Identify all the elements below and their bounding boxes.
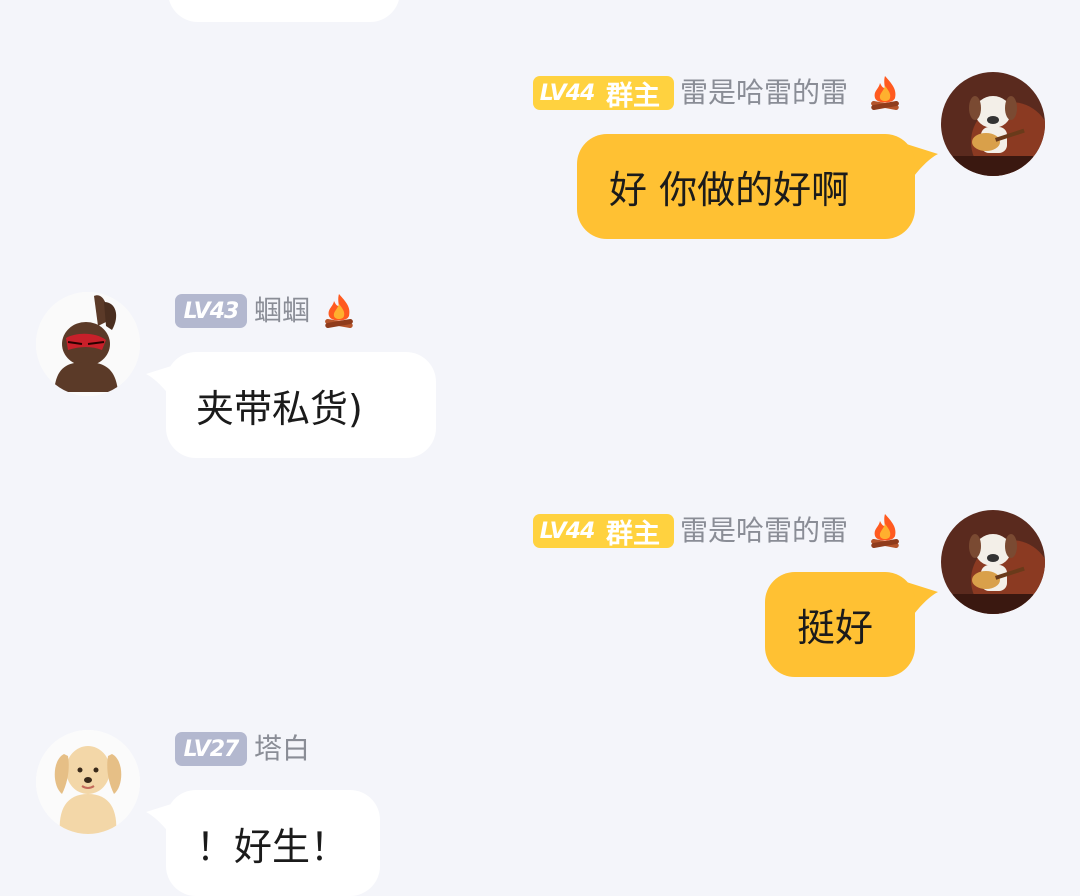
message-text: 挺好 [797,606,874,650]
message-bubble[interactable]: 夹带私货) [166,352,436,458]
message-bubble-partial[interactable] [168,0,400,22]
sender-nickname[interactable]: 雷是哈雷的雷 [680,76,848,110]
message-bubble[interactable]: ！好生！ [166,790,380,896]
campfire-icon [871,76,899,110]
dog-guitar-avatar[interactable] [941,510,1045,614]
message-text: ！好生！ [196,825,349,869]
brown-rabbit-avatar[interactable] [36,292,140,396]
golden-dog-avatar[interactable] [36,730,140,834]
level-badge: LV44 [533,514,601,548]
group-owner-badge: 群主 [600,514,674,550]
campfire-icon [325,294,353,328]
message-text: 夹带私货) [196,386,363,431]
group-owner-badge: 群主 [600,76,674,112]
message-bubble[interactable]: 好 你做的好啊 [577,134,915,239]
message-text: 好 你做的好啊 [609,168,850,212]
dog-guitar-avatar[interactable] [941,72,1045,176]
sender-nickname[interactable]: 雷是哈雷的雷 [680,514,848,548]
campfire-icon [871,514,899,548]
level-badge: LV27 [175,732,247,766]
sender-nickname[interactable]: 蝈蝈 [254,294,310,328]
level-badge: LV44 [533,76,601,110]
sender-nickname[interactable]: 塔白 [254,732,310,766]
message-bubble[interactable]: 挺好 [765,572,915,677]
level-badge: LV43 [175,294,247,328]
